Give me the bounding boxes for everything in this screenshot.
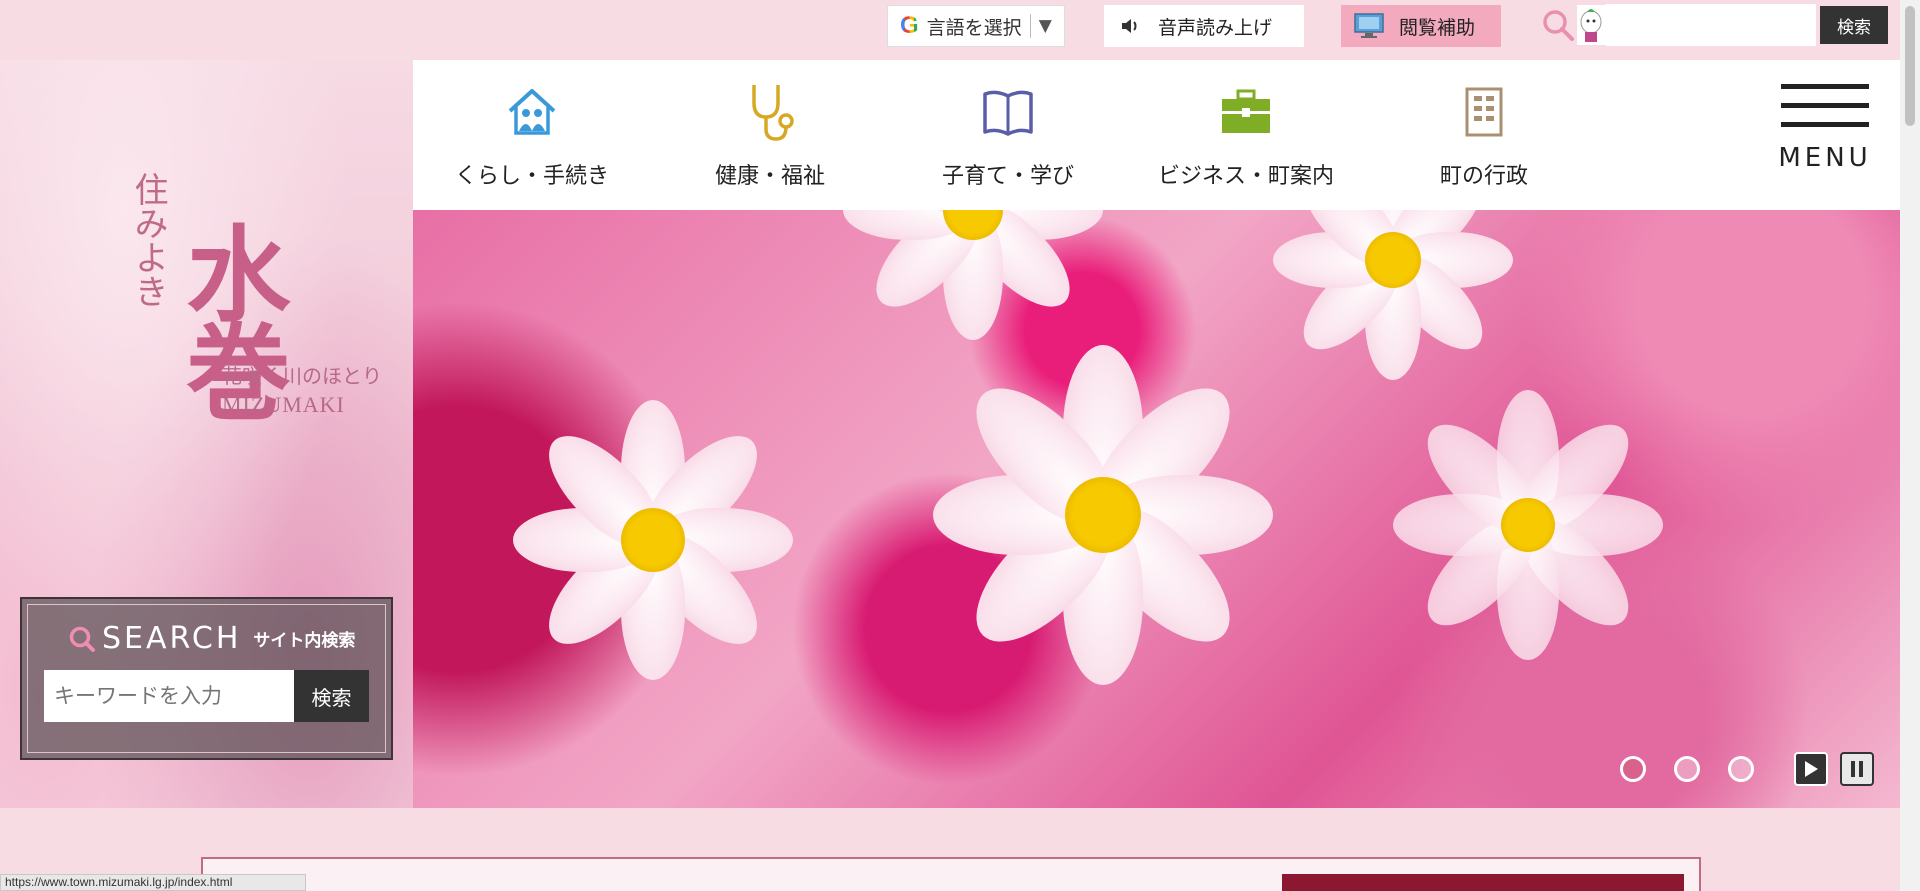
brand-panel: 住みよき 水巻 花咲く川のほとり MIZUMAKI SEARCH サイト内検索 … [0, 60, 413, 808]
page-scrollbar[interactable] [1900, 0, 1920, 891]
play-button[interactable] [1794, 752, 1828, 786]
scrollbar-thumb[interactable] [1905, 6, 1915, 126]
house-family-icon [506, 84, 558, 140]
assist-label: 閲覧補助 [1399, 16, 1476, 39]
accessibility-assist-button[interactable]: 閲覧補助 [1341, 5, 1501, 47]
nav-label: 健康・福祉 [714, 164, 825, 189]
nav-label: ビジネス・町案内 [1157, 164, 1334, 189]
slideshow-controls [1620, 752, 1874, 786]
search-icon [69, 626, 95, 652]
play-icon [1805, 761, 1818, 777]
site-search-title-en: SEARCH [102, 621, 242, 656]
logo-tagline: 花咲く川のほとり [222, 364, 382, 388]
chevron-down-icon: ▼ [1038, 16, 1052, 36]
cosmos-flower-image [513, 400, 793, 680]
nav-item-childcare[interactable]: 子育て・学び [889, 60, 1127, 210]
nav-item-business[interactable]: ビジネス・町案内 [1127, 60, 1365, 210]
slide-dot-2[interactable] [1674, 756, 1700, 782]
google-logo-icon: G [900, 12, 919, 39]
status-url-bar: https://www.town.mizumaki.lg.jp/index.ht… [0, 874, 306, 891]
building-icon [1464, 84, 1504, 140]
nav-label: 町の行政 [1439, 164, 1528, 189]
nav-item-living[interactable]: くらし・手続き [413, 60, 651, 210]
slide-dot-3[interactable] [1728, 756, 1754, 782]
speaker-icon [1122, 19, 1137, 33]
translate-label: 言語を選択 [926, 16, 1022, 39]
search-icon [1540, 4, 1577, 46]
nav-label: 子育て・学び [941, 164, 1074, 189]
briefcase-icon [1220, 84, 1272, 140]
hero-slideshow [413, 210, 1900, 808]
cosmos-flower-image [1393, 390, 1663, 660]
hamburger-icon [1781, 84, 1869, 89]
nav-item-health[interactable]: 健康・福祉 [651, 60, 889, 210]
header-search-input[interactable] [1606, 4, 1817, 46]
site-search-box: SEARCH サイト内検索 検索 [20, 597, 393, 760]
hamburger-icon [1781, 122, 1869, 127]
hamburger-icon [1781, 103, 1869, 108]
utility-bar: G 言語を選択 ▼ 音声読み上げ 閲覧補助 検索 [0, 0, 1900, 60]
google-translate-select[interactable]: G 言語を選択 ▼ [887, 5, 1065, 47]
nav-item-administration[interactable]: 町の行政 [1365, 60, 1603, 210]
pause-icon [1851, 761, 1863, 777]
text-to-speech-button[interactable]: 音声読み上げ [1104, 5, 1304, 47]
site-search-title-jp: サイト内検索 [253, 631, 356, 651]
stethoscope-icon [744, 84, 796, 141]
divider [1029, 14, 1031, 38]
mascot-icon [1576, 5, 1607, 45]
speech-label: 音声読み上げ [1158, 16, 1273, 39]
header-search-button[interactable]: 検索 [1820, 6, 1888, 44]
menu-button[interactable]: MENU [1750, 60, 1900, 210]
nav-label: くらし・手続き [454, 164, 609, 189]
monitor-icon [1354, 13, 1384, 38]
site-search-input[interactable] [44, 670, 294, 722]
featured-link-button[interactable] [1282, 874, 1684, 891]
menu-label: MENU [1778, 143, 1872, 173]
site-search-button[interactable]: 検索 [294, 670, 369, 722]
site-search-row: 検索 [44, 670, 369, 722]
cosmos-flower-image [843, 210, 1103, 340]
header-search: 検索 [1540, 4, 1888, 46]
pause-button[interactable] [1840, 752, 1874, 786]
cosmos-flower-image [933, 345, 1273, 685]
slide-dot-1[interactable] [1620, 756, 1646, 782]
cosmos-flower-image [1273, 210, 1513, 380]
site-search-heading: SEARCH サイト内検索 [44, 621, 369, 656]
logo-roman: MIZUMAKI [222, 392, 345, 417]
open-book-icon [982, 84, 1034, 140]
main-navigation: くらし・手続き 健康・福祉 子育て・学び ビジネス・町案内 町の行政 MENU [413, 60, 1900, 210]
